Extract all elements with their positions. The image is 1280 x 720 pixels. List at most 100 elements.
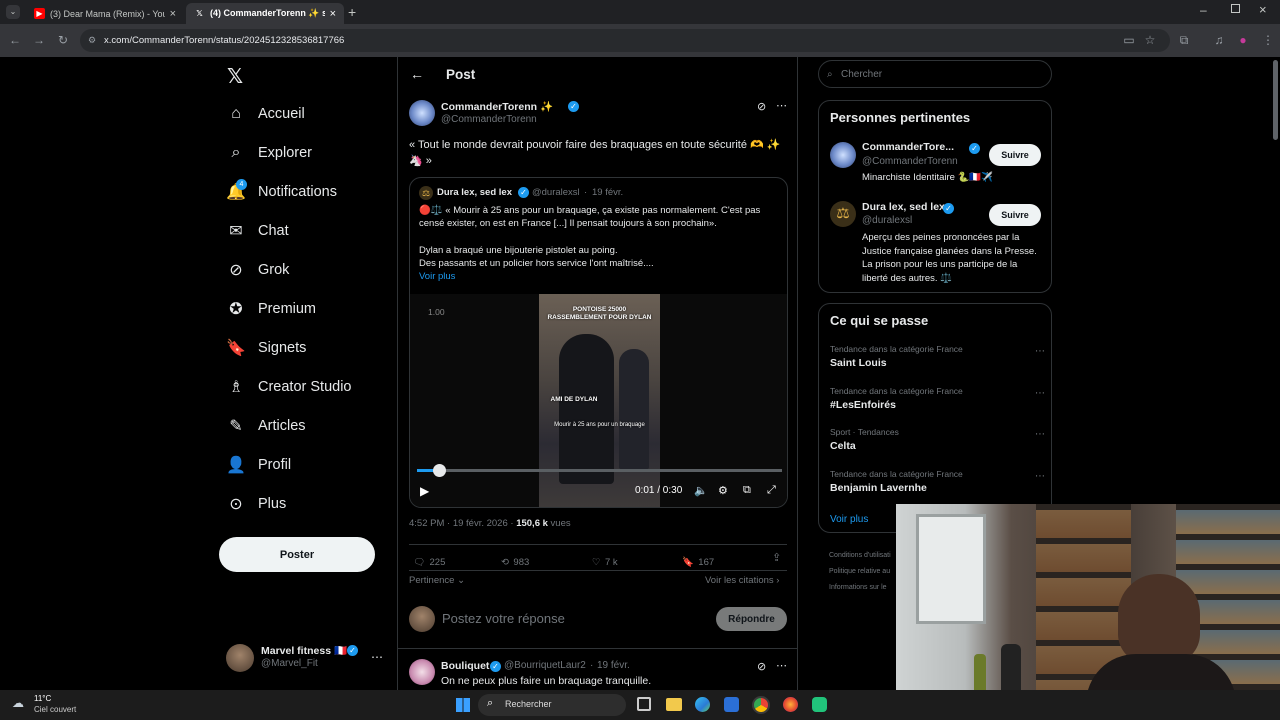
close-tab-icon[interactable]: × — [330, 8, 336, 20]
minimize-icon[interactable]: – — [1200, 3, 1207, 17]
cloud-icon: ☁ — [12, 696, 24, 710]
trend-item[interactable]: Tendance dans la catégorie France Benjami… — [830, 469, 1045, 503]
more-icon[interactable]: ⋯ — [371, 650, 383, 664]
trend-item[interactable]: Sport · Tendances Celta ⋯ — [830, 427, 1045, 461]
person-name[interactable]: CommanderTore... — [862, 141, 954, 153]
start-icon[interactable] — [456, 698, 470, 712]
x-logo-icon[interactable]: 𝕏 — [227, 64, 243, 89]
avatar[interactable] — [409, 659, 435, 685]
person-handle[interactable]: @CommanderTorenn — [862, 156, 958, 167]
see-more-link[interactable]: Voir plus — [419, 271, 455, 282]
search-input[interactable]: ⌕ Chercher — [818, 60, 1052, 88]
reply-handle[interactable]: @BourriquetLaur2 — [504, 660, 586, 671]
more-icon[interactable]: ⋯ — [1035, 346, 1045, 357]
follow-button[interactable]: Suivre — [989, 144, 1041, 166]
profile-icon[interactable]: ● — [1236, 33, 1250, 47]
quoted-post[interactable]: ⚖ Dura lex, sed lex ✓ @duralexsl · 19 fé… — [409, 177, 788, 508]
nav-item-accueil[interactable]: ⌂ Accueil — [226, 100, 305, 128]
footer-link[interactable]: Conditions d'utilisati — [829, 548, 891, 564]
bookmark-star-icon[interactable]: ☆ — [1143, 33, 1157, 47]
settings-icon[interactable]: ⚙ — [718, 484, 728, 497]
like-button[interactable]: ♡ 7 k — [592, 552, 618, 570]
avatar[interactable] — [409, 100, 435, 126]
store-icon[interactable] — [724, 697, 739, 712]
reply-author[interactable]: Bouliquet — [441, 660, 489, 672]
browser-tab-youtube[interactable]: ▶ (3) Dear Mama (Remix) - YouTu × — [26, 3, 184, 24]
scrollbar[interactable] — [1273, 60, 1278, 140]
reply-button[interactable]: 🗨 225 — [413, 552, 445, 570]
reply-button[interactable]: Répondre — [716, 607, 787, 631]
more-icon[interactable]: ⋯ — [776, 659, 787, 672]
extensions-icon[interactable]: ⧉ — [1177, 33, 1191, 47]
author-name[interactable]: CommanderTorenn ✨ — [441, 100, 553, 113]
install-app-icon[interactable]: ▭ — [1122, 33, 1136, 47]
more-icon[interactable]: ⋯ — [1035, 471, 1045, 482]
nav-item-notifications[interactable]: 🔔 4 Notifications — [226, 178, 337, 206]
volume-icon[interactable]: 🔈 — [694, 484, 708, 497]
nav-item-explorer[interactable]: ⌕ Explorer — [226, 139, 312, 167]
nav-item-profil[interactable]: 👤 Profil — [226, 451, 291, 479]
sort-dropdown[interactable]: Pertinence ⌄ — [409, 575, 465, 586]
grok-icon[interactable]: ⊘ — [757, 660, 766, 673]
trend-item[interactable]: Tendance dans la catégorie France #LesEnf… — [830, 386, 1045, 420]
nav-item-plus[interactable]: ⊙ Plus — [226, 490, 286, 518]
app-icon[interactable] — [812, 697, 827, 712]
nav-item-chat[interactable]: ✉ Chat — [226, 217, 288, 245]
author-handle[interactable]: @CommanderTorenn — [441, 114, 537, 125]
grok-icon[interactable]: ⊘ — [757, 100, 766, 113]
fullscreen-icon[interactable]: ⤢ — [767, 484, 776, 497]
see-more-link[interactable]: Voir plus — [830, 514, 868, 525]
video-player[interactable]: 1.00 PONTOISE 25000 RASSEMBLEMENT POUR D… — [410, 294, 787, 507]
person-name[interactable]: Dura lex, sed lex — [862, 201, 945, 213]
video-progress-track[interactable] — [417, 464, 782, 477]
poster-button[interactable]: Poster — [219, 537, 375, 572]
more-icon[interactable]: ⋯ — [776, 99, 787, 112]
reply-input[interactable]: Postez votre réponse — [442, 611, 565, 626]
reload-icon[interactable]: ↻ — [56, 33, 70, 47]
taskbar-search[interactable]: ⌕ Rechercher — [478, 694, 626, 716]
avatar[interactable]: ⚖ — [830, 201, 856, 227]
trend-item[interactable]: Tendance dans la catégorie France Saint L… — [830, 344, 1045, 378]
close-tab-icon[interactable]: × — [170, 8, 176, 20]
account-switcher[interactable]: Marvel fitness 🇫🇷 ✓ @Marvel_Fit ⋯ — [226, 644, 386, 674]
firefox-icon[interactable] — [783, 697, 798, 712]
more-icon[interactable]: ⋯ — [1035, 429, 1045, 440]
edge-icon[interactable] — [695, 697, 710, 712]
pip-icon[interactable]: ⧉ — [743, 484, 751, 497]
file-explorer-icon[interactable] — [666, 698, 682, 711]
forward-icon[interactable]: → — [32, 33, 46, 47]
browser-menu-icon[interactable]: ⋮ — [1261, 33, 1275, 47]
site-info-icon[interactable]: ⚙ — [88, 29, 96, 52]
more-icon[interactable]: ⋯ — [1035, 388, 1045, 399]
bookmark-button[interactable]: 🔖 167 — [682, 552, 714, 570]
back-icon[interactable]: ← — [8, 33, 22, 47]
nav-item-signets[interactable]: 🔖 Signets — [226, 334, 306, 362]
chrome-icon[interactable] — [752, 696, 770, 714]
follow-button[interactable]: Suivre — [989, 204, 1041, 226]
nav-item-articles[interactable]: ✎ Articles — [226, 412, 305, 440]
back-arrow-icon[interactable]: ← — [410, 66, 424, 82]
new-tab-icon[interactable]: + — [348, 4, 356, 20]
citations-link[interactable]: Voir les citations › — [705, 575, 779, 586]
tab-list-dropdown-icon[interactable]: ⌄ — [6, 5, 20, 19]
person-handle[interactable]: @duralexsl — [862, 215, 912, 226]
media-control-icon[interactable]: ♫ — [1212, 33, 1226, 47]
address-bar[interactable]: ⚙ x.com/CommanderTorenn/status/202451232… — [80, 29, 1170, 52]
repost-button[interactable]: ⟲ 983 — [501, 552, 529, 570]
footer-link[interactable]: Informations sur le — [829, 580, 891, 596]
nav-item-creator-studio[interactable]: ♗ Creator Studio — [226, 373, 352, 401]
avatar[interactable] — [830, 142, 856, 168]
close-window-icon[interactable]: × — [1259, 2, 1267, 17]
nav-item-premium[interactable]: ✪ Premium — [226, 295, 316, 323]
nav-item-grok[interactable]: ⊘ Grok — [226, 256, 289, 284]
maximize-icon[interactable] — [1231, 4, 1240, 13]
play-icon[interactable]: ▶ — [420, 484, 429, 498]
task-view-icon[interactable] — [637, 697, 651, 711]
footer-link[interactable]: Politique relative au — [829, 564, 891, 580]
trend-name: Saint Louis — [830, 357, 887, 369]
video-scrubber-handle[interactable] — [432, 464, 446, 477]
weather-widget[interactable]: ☁ 11°C Ciel couvert — [10, 693, 100, 717]
browser-tab-x[interactable]: 𝕏 (4) CommanderTorenn ✨ su × — [186, 3, 344, 24]
share-icon[interactable]: ⇪ — [772, 551, 781, 564]
repost-count: 983 — [513, 557, 530, 568]
